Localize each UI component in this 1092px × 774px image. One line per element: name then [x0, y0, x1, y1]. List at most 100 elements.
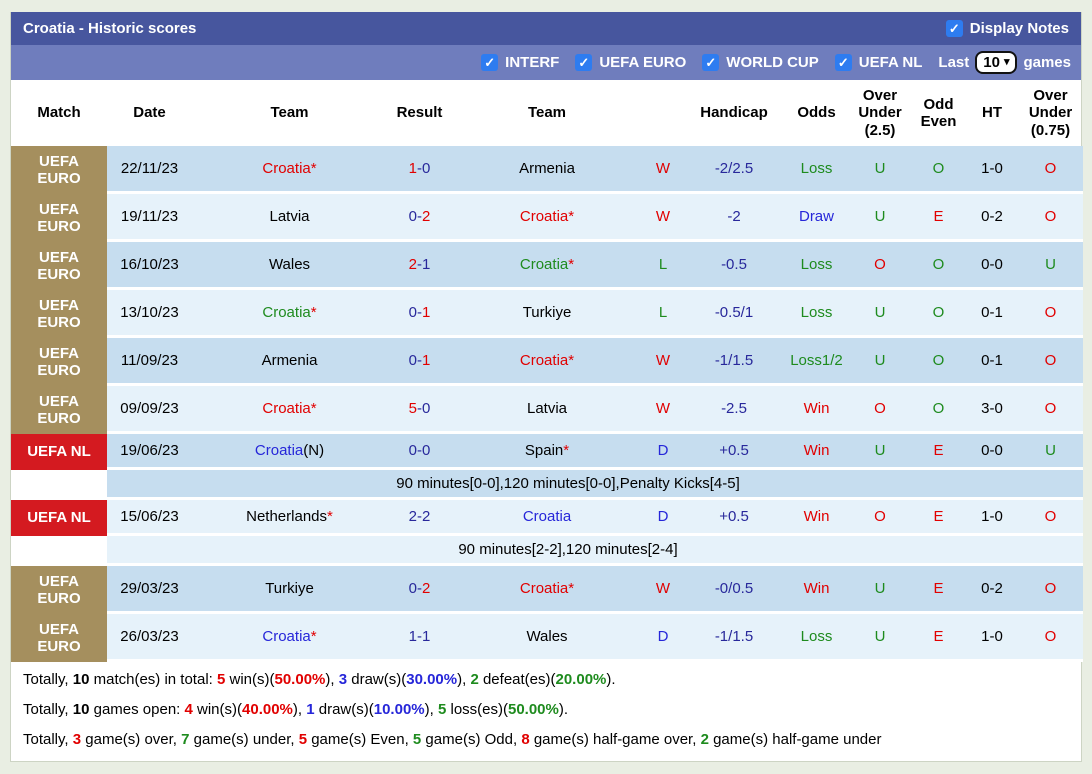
filter-uefa-nl[interactable]: UEFA NL: [835, 54, 923, 71]
summary-segment: 40.00%: [242, 701, 293, 718]
odd-even-cell: E: [911, 500, 966, 533]
last-games-value: 10: [983, 54, 1000, 71]
checkbox-world-cup[interactable]: [702, 54, 719, 71]
ht-cell: 0-1: [966, 290, 1018, 335]
home-team-cell: Turkiye: [192, 566, 387, 611]
summary-segment: match(es) in total:: [89, 671, 217, 688]
league-label: UEFA EURO: [11, 338, 107, 386]
score-home: 0: [409, 352, 417, 369]
last-games-control: Last 10 ▾ games: [938, 51, 1071, 74]
filter-label: UEFA NL: [859, 54, 923, 71]
filter-world-cup[interactable]: WORLD CUP: [702, 54, 819, 71]
score-home: 2: [409, 256, 417, 273]
row-body: 13/10/23Croatia*0-1TurkiyeL-0.5/1LossUO0…: [107, 290, 1083, 338]
result-cell: 5-0: [387, 386, 452, 431]
last-label: Last: [938, 54, 969, 71]
odds-cell: Loss: [784, 290, 849, 335]
summary-segment: games open:: [89, 701, 184, 718]
away-team-cell: Wales: [452, 614, 642, 659]
last-games-select[interactable]: 10 ▾: [975, 51, 1017, 74]
away-team-cell: Croatia*: [452, 566, 642, 611]
odds-cell: Win: [784, 386, 849, 431]
row-line: 19/11/23Latvia0-2Croatia*W-2DrawUE0-2O: [107, 194, 1083, 242]
summary-line: Totally, 10 games open: 4 win(s)(40.00%)…: [11, 695, 1081, 725]
team-suffix: *: [563, 442, 569, 459]
match-note: 90 minutes[2-2],120 minutes[2-4]: [107, 536, 1083, 566]
summary-segment: 2: [470, 671, 478, 688]
score-away: 1: [422, 304, 430, 321]
chevron-down-icon: ▾: [1004, 57, 1010, 68]
result-cell: 1-0: [387, 146, 452, 191]
row-line: 26/03/23Croatia*1-1WalesD-1/1.5LossUE1-0…: [107, 614, 1083, 662]
result-cell: 0-2: [387, 194, 452, 239]
away-team-cell: Latvia: [452, 386, 642, 431]
filter-uefa-euro[interactable]: UEFA EURO: [575, 54, 686, 71]
filter-interf[interactable]: INTERF: [481, 54, 559, 71]
league-label: UEFA EURO: [11, 290, 107, 338]
wdl-cell: D: [642, 500, 684, 533]
odd-even-cell: E: [911, 614, 966, 659]
home-team-cell: Croatia*: [192, 290, 387, 335]
team-name: Croatia: [520, 352, 568, 369]
ht-cell: 0-1: [966, 338, 1018, 383]
summary: Totally, 10 match(es) in total: 5 win(s)…: [11, 662, 1081, 761]
over-under-075-cell: O: [1018, 290, 1083, 335]
team-suffix: *: [568, 208, 574, 225]
summary-segment: ),: [325, 671, 338, 688]
row-line: 09/09/23Croatia*5-0LatviaW-2.5WinOO3-0O: [107, 386, 1083, 434]
column-header: Date: [107, 80, 192, 146]
team-suffix: *: [568, 580, 574, 597]
handicap-cell: +0.5: [684, 434, 784, 467]
over-under-075-cell: O: [1018, 614, 1083, 659]
home-team-cell: Armenia: [192, 338, 387, 383]
team-name: Armenia: [519, 160, 575, 177]
handicap-cell: -2/2.5: [684, 146, 784, 191]
display-notes-checkbox[interactable]: [946, 20, 963, 37]
score-away: 0: [422, 160, 430, 177]
summary-segment: draw(s)(: [347, 671, 406, 688]
checkbox-interf[interactable]: [481, 54, 498, 71]
summary-segment: defeat(es)(: [479, 671, 556, 688]
checkbox-uefa-euro[interactable]: [575, 54, 592, 71]
summary-segment: ).: [559, 701, 568, 718]
away-team-cell: Croatia*: [452, 242, 642, 287]
column-header: Team: [192, 80, 387, 146]
home-team-cell: Croatia*: [192, 146, 387, 191]
row-body: 15/06/23Netherlands*2-2CroatiaD+0.5WinOE…: [107, 500, 1083, 566]
odds-cell: Win: [784, 500, 849, 533]
handicap-cell: -0/0.5: [684, 566, 784, 611]
away-team-cell: Armenia: [452, 146, 642, 191]
league-label: UEFA EURO: [11, 146, 107, 194]
over-under-25-cell: O: [849, 500, 911, 533]
score-away: 2: [422, 508, 430, 525]
table-row: UEFA NL19/06/23Croatia(N)0-0Spain*D+0.5W…: [11, 434, 1081, 500]
row-body: 29/03/23Turkiye0-2Croatia*W-0/0.5WinUE0-…: [107, 566, 1083, 614]
summary-segment: 2: [701, 731, 709, 748]
summary-segment: 30.00%: [406, 671, 457, 688]
summary-segment: 10: [73, 671, 90, 688]
odd-even-cell: O: [911, 290, 966, 335]
odd-even-cell: E: [911, 566, 966, 611]
table-row: UEFA EURO13/10/23Croatia*0-1TurkiyeL-0.5…: [11, 290, 1081, 338]
score-away: 0: [422, 442, 430, 459]
column-header: Handicap: [684, 80, 784, 146]
odd-even-cell: E: [911, 194, 966, 239]
summary-segment: 10.00%: [374, 701, 425, 718]
home-team-cell: Latvia: [192, 194, 387, 239]
checkbox-uefa-nl[interactable]: [835, 54, 852, 71]
score-home: 2: [409, 508, 417, 525]
away-team-cell: Croatia*: [452, 194, 642, 239]
over-under-075-cell: O: [1018, 194, 1083, 239]
team-name: Croatia: [520, 208, 568, 225]
summary-segment: ).: [606, 671, 615, 688]
ht-cell: 1-0: [966, 614, 1018, 659]
score-away: 2: [422, 208, 430, 225]
table-row: UEFA EURO16/10/23Wales2-1Croatia*L-0.5Lo…: [11, 242, 1081, 290]
league-cell: UEFA EURO: [11, 242, 107, 290]
team-name: Croatia: [520, 256, 568, 273]
summary-segment: loss(es)(: [446, 701, 508, 718]
summary-line: Totally, 10 match(es) in total: 5 win(s)…: [11, 665, 1081, 695]
display-notes-toggle[interactable]: Display Notes: [946, 20, 1069, 37]
over-under-075-cell: U: [1018, 434, 1083, 467]
table-header: MatchDateTeamResultTeamHandicapOddsOver …: [11, 80, 1081, 146]
